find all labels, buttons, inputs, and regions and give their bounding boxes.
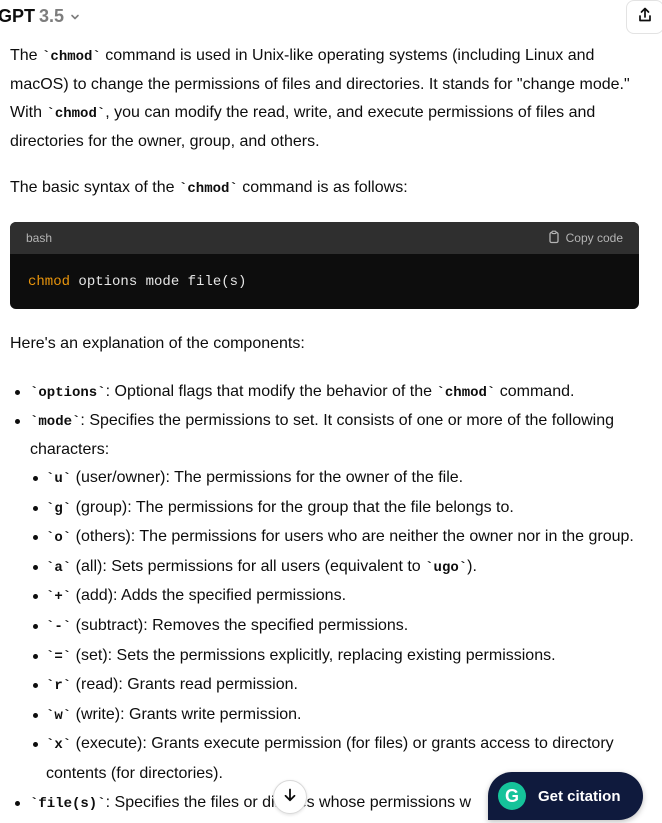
model-version: 3.5	[39, 6, 65, 26]
intro-paragraph: The `chmod` command is used in Unix-like…	[10, 42, 650, 156]
text-run: (add): Adds the specified permissions.	[71, 587, 347, 605]
components-list: `options`: Optional flags that modify th…	[0, 378, 650, 818]
sub-list-item: `o` (others): The permissions for users …	[30, 523, 650, 553]
mode-characters-list: `u` (user/owner): The permissions for th…	[30, 464, 650, 789]
inline-code: `u`	[46, 471, 72, 487]
text-run: (read): Grants read permission.	[71, 676, 298, 694]
code-block-header: bash Copy code	[10, 222, 639, 254]
list-item: `options`: Optional flags that modify th…	[0, 378, 650, 407]
syntax-paragraph: The basic syntax of the `chmod` command …	[10, 174, 650, 203]
sub-list-item: `+` (add): Adds the specified permission…	[30, 582, 650, 612]
get-citation-label: Get citation	[538, 787, 621, 805]
inline-code: `file(s)`	[30, 795, 106, 812]
inline-code: `w`	[46, 707, 72, 724]
text-run: The basic syntax of the	[10, 179, 179, 196]
text-run: (set): Sets the permissions explicitly, …	[71, 646, 556, 664]
code-rest: options mode file(s)	[70, 274, 247, 290]
clipboard-icon	[547, 230, 561, 247]
sub-list-item: `-` (subtract): Removes the specified pe…	[30, 612, 650, 642]
text-run: (group): The permissions for the group t…	[71, 498, 514, 516]
model-selector[interactable]: GPT 3.5	[0, 5, 81, 28]
top-bar: GPT 3.5	[0, 0, 662, 34]
sub-list-item: `w` (write): Grants write permission.	[30, 701, 650, 731]
inline-code: `chmod`	[42, 49, 101, 65]
inline-code: `g`	[46, 500, 72, 517]
scroll-down-button[interactable]	[273, 780, 307, 814]
inline-code: `+`	[46, 589, 72, 606]
share-icon	[636, 6, 654, 29]
inline-code: `chmod`	[178, 181, 238, 197]
inline-code: `r`	[46, 678, 72, 695]
inline-code: `x`	[46, 737, 72, 754]
text-run: (others): The permissions for users who …	[71, 528, 634, 546]
sub-list-item: `g` (group): The permissions for the gro…	[30, 494, 650, 524]
sub-list-item: `u` (user/owner): The permissions for th…	[30, 464, 650, 494]
code-block: bash Copy code chmod options mode file(s…	[10, 222, 639, 309]
explanation-heading: Here's an explanation of the components:	[10, 335, 305, 352]
text-run: command is as follows:	[237, 179, 408, 196]
inline-code: `mode`	[30, 414, 81, 430]
arrow-down-icon	[282, 787, 298, 808]
sub-list-item: `r` (read): Grants read permission.	[30, 671, 650, 701]
text-run: ).	[467, 557, 477, 575]
share-button[interactable]	[626, 0, 662, 34]
grammarly-logo-icon: G	[498, 782, 526, 810]
code-keyword: chmod	[28, 274, 71, 290]
text-run: : Specifies the permissions to set. It c…	[30, 412, 615, 458]
copy-code-label: Copy code	[565, 231, 623, 245]
inline-code: `chmod`	[46, 106, 106, 122]
inline-code: `=`	[46, 648, 72, 665]
code-content: chmod options mode file(s)	[10, 254, 639, 309]
text-run: (write): Grants write permission.	[71, 705, 302, 723]
text-run: : Optional flags that modify the behavio…	[105, 383, 437, 400]
model-name: GPT	[0, 6, 36, 26]
get-citation-button[interactable]: G Get citation	[488, 772, 643, 820]
text-run: : Specifies the files or dir	[105, 793, 280, 811]
inline-code: `-`	[46, 618, 72, 635]
text-run: ories whose permissions w	[279, 793, 472, 811]
sub-list-item: `=` (set): Sets the permissions explicit…	[30, 642, 650, 672]
inline-code: `a`	[46, 559, 72, 576]
inline-code: `chmod`	[436, 385, 496, 401]
inline-code: `options`	[30, 385, 106, 401]
chevron-down-icon	[69, 7, 81, 28]
sub-list-item: `a` (all): Sets permissions for all user…	[30, 553, 650, 583]
list-item: `mode`: Specifies the permissions to set…	[0, 407, 650, 789]
text-run: The	[10, 47, 43, 64]
text-run: (user/owner): The permissions for the ow…	[71, 469, 464, 486]
text-run: (all): Sets permissions for all users (e…	[71, 557, 426, 575]
text-run: command.	[495, 383, 575, 400]
text-run: (subtract): Removes the specified permis…	[71, 616, 409, 634]
code-language: bash	[26, 231, 53, 245]
copy-code-button[interactable]: Copy code	[547, 230, 623, 247]
inline-code: `o`	[46, 530, 72, 547]
inline-code: `ugo`	[425, 559, 468, 576]
